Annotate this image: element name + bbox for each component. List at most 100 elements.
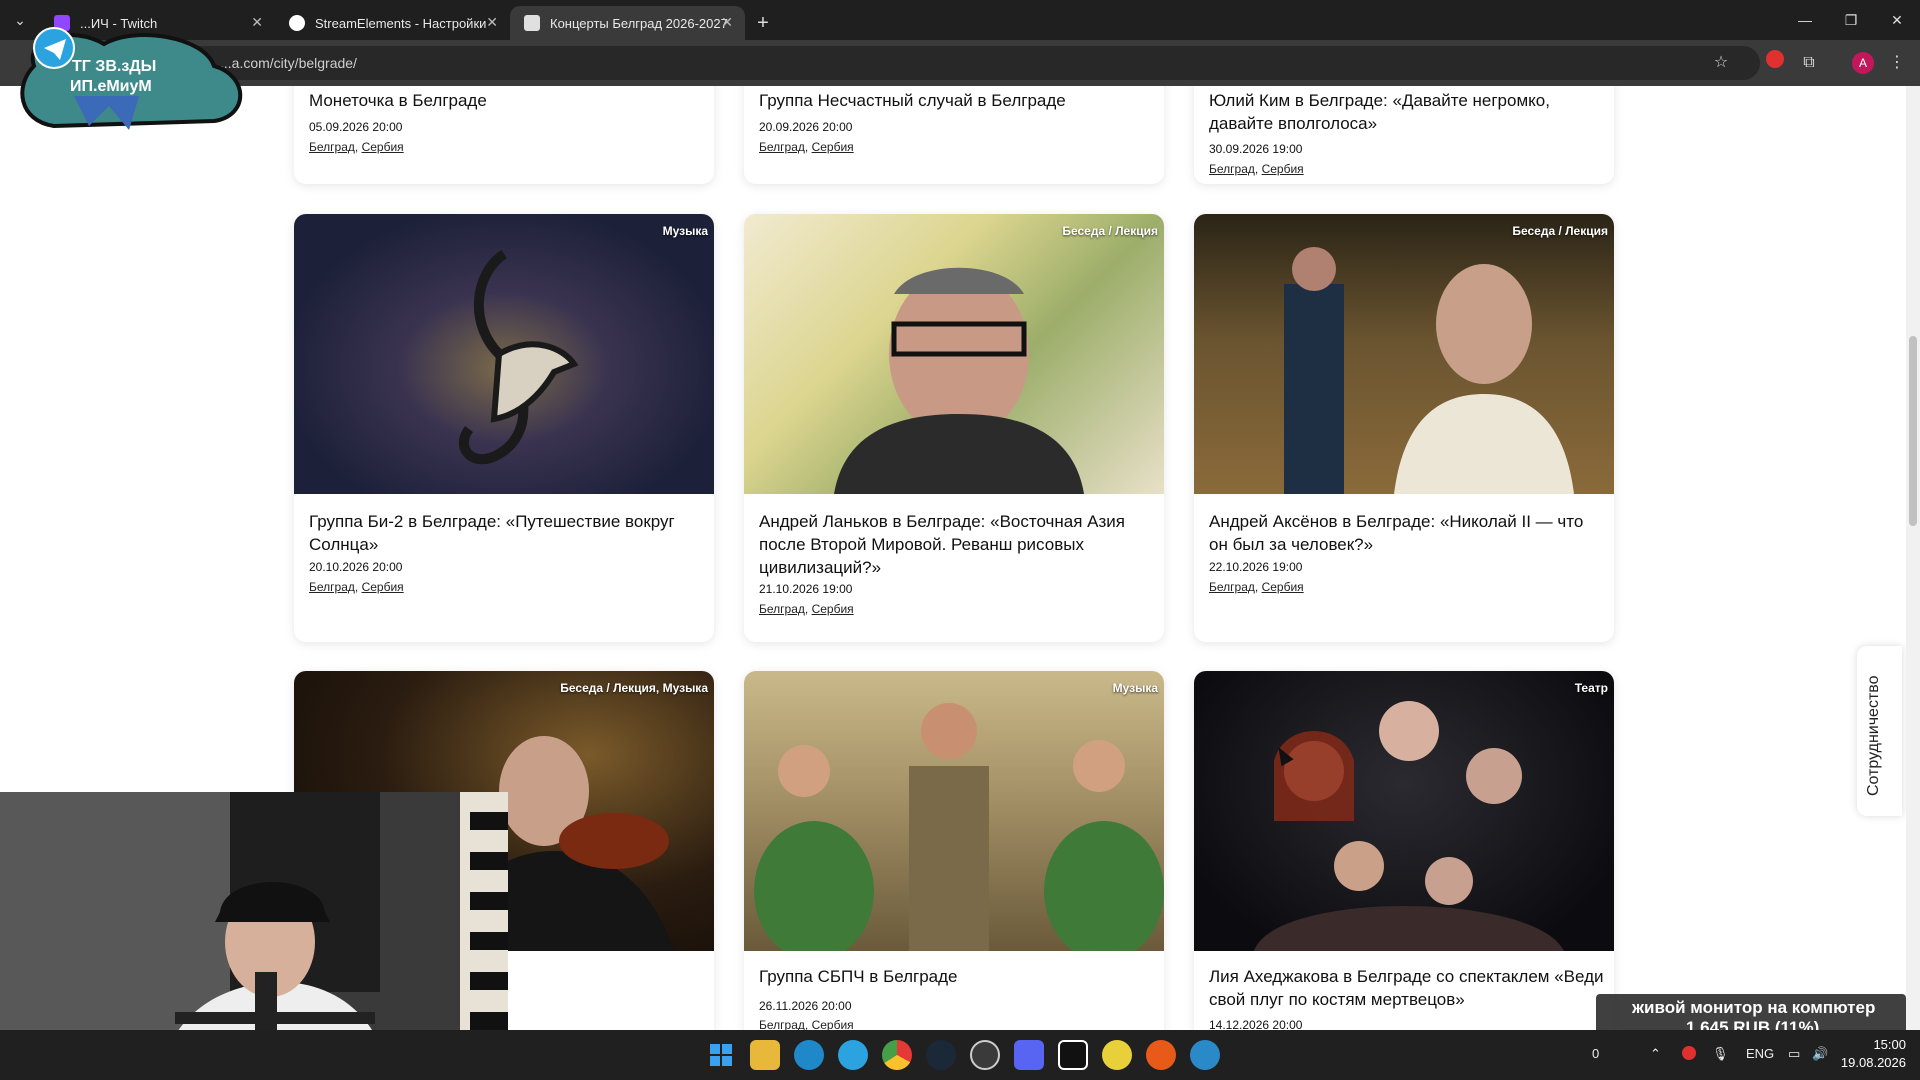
orange-app-icon[interactable] [1146, 1040, 1176, 1070]
city-link[interactable]: Белград [759, 140, 805, 154]
restore-icon[interactable]: ❐ [1828, 0, 1874, 40]
event-card[interactable]: Музыка Группа СБПЧ в Белграде 26.11.2026… [744, 671, 1164, 1030]
steam-icon[interactable] [926, 1040, 956, 1070]
minimize-icon[interactable]: — [1782, 0, 1828, 40]
edge-icon[interactable] [794, 1040, 824, 1070]
event-date: 05.09.2026 20:00 [309, 120, 403, 134]
band-photo [754, 703, 1164, 961]
profile-avatar[interactable]: A [1852, 52, 1874, 74]
tray-app-icon[interactable] [1682, 1046, 1696, 1060]
obs-icon[interactable] [970, 1040, 1000, 1070]
browser-tabstrip: ⌄ ...ИЧ - Twitch ✕ StreamElements - Наст… [0, 0, 1920, 40]
event-title[interactable]: Монеточка в Белграде [309, 89, 704, 112]
city-link[interactable]: Белград [1209, 580, 1255, 594]
discord-icon[interactable] [1014, 1040, 1044, 1070]
address-bar[interactable]: ...a.com/city/belgrade/ [140, 46, 1760, 80]
event-image[interactable] [1194, 214, 1614, 494]
event-card[interactable]: Беседа / Лекция Андрей Аксёнов в Белград… [1194, 214, 1614, 642]
chrome-icon[interactable] [882, 1040, 912, 1070]
event-card[interactable]: Музыка Группа Би-2 в Белграде: «Путешест… [294, 214, 714, 642]
close-icon[interactable]: ✕ [251, 14, 263, 31]
event-location: Белград, Сербия [309, 580, 404, 594]
language-indicator[interactable]: ENG [1746, 1046, 1774, 1061]
treble-dove-logo [458, 249, 579, 465]
event-image[interactable] [294, 214, 714, 494]
telegram-stream-overlay: ТГ ЗВ.зДЫ ИП.еМиуМ [14, 26, 244, 130]
event-category: Беседа / Лекция [1512, 224, 1608, 238]
tab-title: StreamElements - Настройки [315, 15, 487, 31]
theatre-cast-photo [1254, 701, 1564, 951]
city-link[interactable]: Белград [1209, 162, 1255, 176]
scrollbar-thumb[interactable] [1909, 336, 1917, 526]
bookmark-star-icon[interactable]: ☆ [1710, 52, 1732, 74]
event-location: Белград, Сербия [1209, 580, 1304, 594]
tg-line1: ТГ ЗВ.зДЫ [72, 58, 157, 75]
country-link[interactable]: Сербия [812, 602, 854, 616]
event-card[interactable]: Монеточка в Белграде 05.09.2026 20:00 Бе… [294, 86, 714, 184]
collaboration-side-tab[interactable]: Сотрудничество [1857, 646, 1902, 816]
country-link[interactable]: Сербия [1262, 162, 1304, 176]
country-link[interactable]: Сербия [362, 140, 404, 154]
new-tab-button[interactable]: + [745, 6, 781, 40]
event-date: 22.10.2026 19:00 [1209, 560, 1303, 574]
microphone-icon[interactable]: 🎙 [1712, 1046, 1729, 1062]
event-title[interactable]: Юлий Ким в Белграде: «Давайте негромко, … [1209, 89, 1604, 135]
close-icon[interactable]: ✕ [486, 14, 498, 31]
country-link[interactable]: Сербия [812, 1018, 854, 1030]
windows-start-icon[interactable] [706, 1040, 736, 1070]
menu-kebab-icon[interactable]: ⋮ [1886, 52, 1908, 74]
event-card[interactable]: Группа Несчастный случай в Белграде 20.0… [744, 86, 1164, 184]
close-window-icon[interactable]: ✕ [1874, 0, 1920, 40]
event-title[interactable]: Группа Несчастный случай в Белграде [759, 89, 1154, 112]
event-date: 14.12.2026 20:00 [1209, 1018, 1303, 1030]
clock-date: 19.08.2026 [1840, 1055, 1906, 1070]
donation-goal-title: живой монитор на компютер [1632, 998, 1876, 1017]
window-controls: — ❐ ✕ [1782, 0, 1920, 40]
event-image[interactable] [744, 214, 1164, 494]
streamelements-icon [289, 15, 305, 31]
event-title[interactable]: Группа СБПЧ в Белграде [759, 965, 1154, 988]
event-title[interactable]: Андрей Ланьков в Белграде: «Восточная Аз… [759, 510, 1154, 579]
telegram-alt-icon[interactable] [1190, 1040, 1220, 1070]
event-category: Беседа / Лекция [1062, 224, 1158, 238]
extension-icon[interactable] [1766, 50, 1784, 68]
country-link[interactable]: Сербия [362, 580, 404, 594]
event-date: 30.09.2026 19:00 [1209, 142, 1303, 156]
tray-chevron-icon[interactable]: ⌃ [1650, 1046, 1661, 1062]
event-category: Музыка [662, 224, 708, 238]
system-clock[interactable]: 15:00 19.08.2026 [1841, 1036, 1906, 1072]
city-link[interactable]: Белград [759, 602, 805, 616]
event-title[interactable]: Андрей Аксёнов в Белграде: «Николай II —… [1209, 510, 1604, 556]
event-card[interactable]: Юлий Ким в Белграде: «Давайте негромко, … [1194, 86, 1614, 184]
tray-counter: 0 [1592, 1046, 1600, 1061]
city-link[interactable]: Белград [309, 140, 355, 154]
telegram-icon[interactable] [838, 1040, 868, 1070]
close-icon[interactable]: ✕ [721, 14, 733, 31]
city-link[interactable]: Белград [759, 1018, 805, 1030]
event-card[interactable]: Театр Лия Ахеджакова в Белграде со спект… [1194, 671, 1614, 1030]
event-image[interactable] [744, 671, 1164, 961]
country-link[interactable]: Сербия [812, 140, 854, 154]
tab-streamelements[interactable]: StreamElements - Настройки ✕ [275, 6, 510, 40]
event-image[interactable] [1194, 671, 1614, 951]
clock-time: 15:00 [1873, 1037, 1906, 1052]
event-date: 20.10.2026 20:00 [309, 560, 403, 574]
event-title[interactable]: Лия Ахеджакова в Белграде со спектаклем … [1209, 965, 1604, 1011]
event-card[interactable]: Беседа / Лекция Андрей Ланьков в Белград… [744, 214, 1164, 642]
network-icon[interactable]: ▭ [1788, 1046, 1800, 1062]
event-title[interactable]: Группа Би-2 в Белграде: «Путешествие вок… [309, 510, 704, 556]
event-category: Музыка [1112, 681, 1158, 695]
volume-icon[interactable]: 🔊 [1812, 1046, 1828, 1062]
tab-title: Концерты Белград 2026-2027 [550, 15, 728, 31]
file-explorer-icon[interactable] [750, 1040, 780, 1070]
capcut-icon[interactable] [1058, 1040, 1088, 1070]
yellow-app-icon[interactable] [1102, 1040, 1132, 1070]
page-scrollbar[interactable] [1906, 86, 1920, 1030]
country-link[interactable]: Сербия [1262, 580, 1304, 594]
tab-concerts[interactable]: Концерты Белград 2026-2027 ✕ [510, 6, 745, 40]
extensions-puzzle-icon[interactable]: ⧉ [1798, 52, 1820, 74]
city-link[interactable]: Белград [309, 580, 355, 594]
speaker-portrait [834, 267, 1084, 494]
event-location: Белград, Сербия [1209, 162, 1304, 176]
event-date: 26.11.2026 20:00 [759, 999, 852, 1013]
